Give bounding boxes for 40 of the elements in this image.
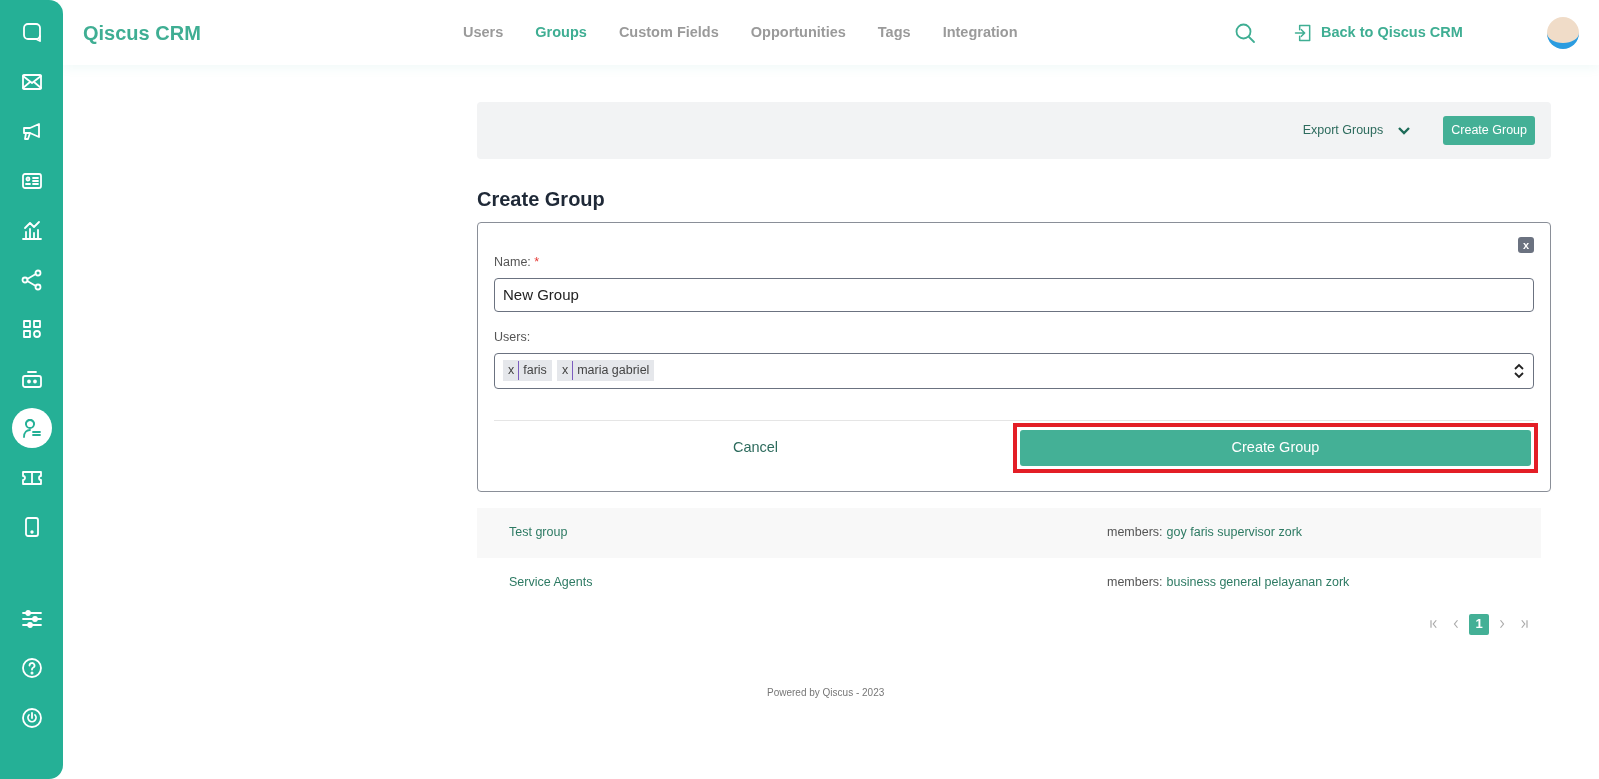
page-button[interactable]: 1 (1469, 613, 1489, 635)
users-select[interactable]: x faris x maria gabriel (494, 352, 1534, 389)
brand-title: Qiscus CRM (83, 20, 202, 46)
required-mark: * (534, 255, 540, 269)
group-name-link[interactable]: Test group (509, 523, 1107, 542)
nav-tab[interactable]: Groups (535, 21, 587, 44)
group-name-link[interactable]: Service Agents (509, 573, 1107, 592)
field-label: Users: (494, 328, 532, 346)
enter-icon (1293, 22, 1313, 43)
back-link[interactable]: Back to Qiscus CRM (1293, 21, 1463, 44)
last-page-icon[interactable] (1518, 618, 1530, 630)
members-text: goy faris supervisor zork (1166, 525, 1303, 540)
avatar[interactable] (1547, 16, 1579, 49)
nav-tab[interactable]: Integration (942, 21, 1018, 44)
members-label: members: (1107, 575, 1163, 590)
cancel-button[interactable]: Cancel (494, 428, 1017, 467)
bar-chart-icon (19, 218, 44, 242)
user-chip[interactable]: x faris (503, 360, 552, 381)
close-button[interactable]: x (1518, 237, 1534, 253)
first-page-icon[interactable] (1428, 618, 1440, 630)
form-title: Create Group (477, 187, 606, 212)
name-input[interactable]: New Group (494, 277, 1534, 312)
submit-button[interactable]: Create Group (1020, 429, 1531, 466)
nav-tab[interactable]: Tags (877, 21, 911, 44)
nav-tab[interactable]: Opportunities (750, 21, 846, 44)
sort-arrows-icon (1513, 361, 1525, 380)
chevron-down-icon (1397, 125, 1412, 136)
members-text: business general pelayanan zork (1166, 575, 1350, 590)
help-icon (19, 656, 44, 680)
export-dropdown[interactable]: Export Groups (1296, 120, 1418, 141)
nav-tab[interactable]: Custom Fields (618, 21, 719, 44)
footer-text: Powered by Qiscus - 2023 (767, 685, 886, 700)
sidebar-button[interactable] (11, 408, 52, 448)
members-label: members: (1107, 525, 1163, 540)
share-nodes-icon (19, 267, 44, 292)
create-group-button[interactable]: Create Group (1443, 116, 1535, 145)
power-icon (19, 705, 44, 730)
nav-tab[interactable]: Users (463, 21, 504, 44)
field-label: Name: (494, 255, 531, 269)
user-chip[interactable]: x maria gabriel (556, 360, 655, 381)
